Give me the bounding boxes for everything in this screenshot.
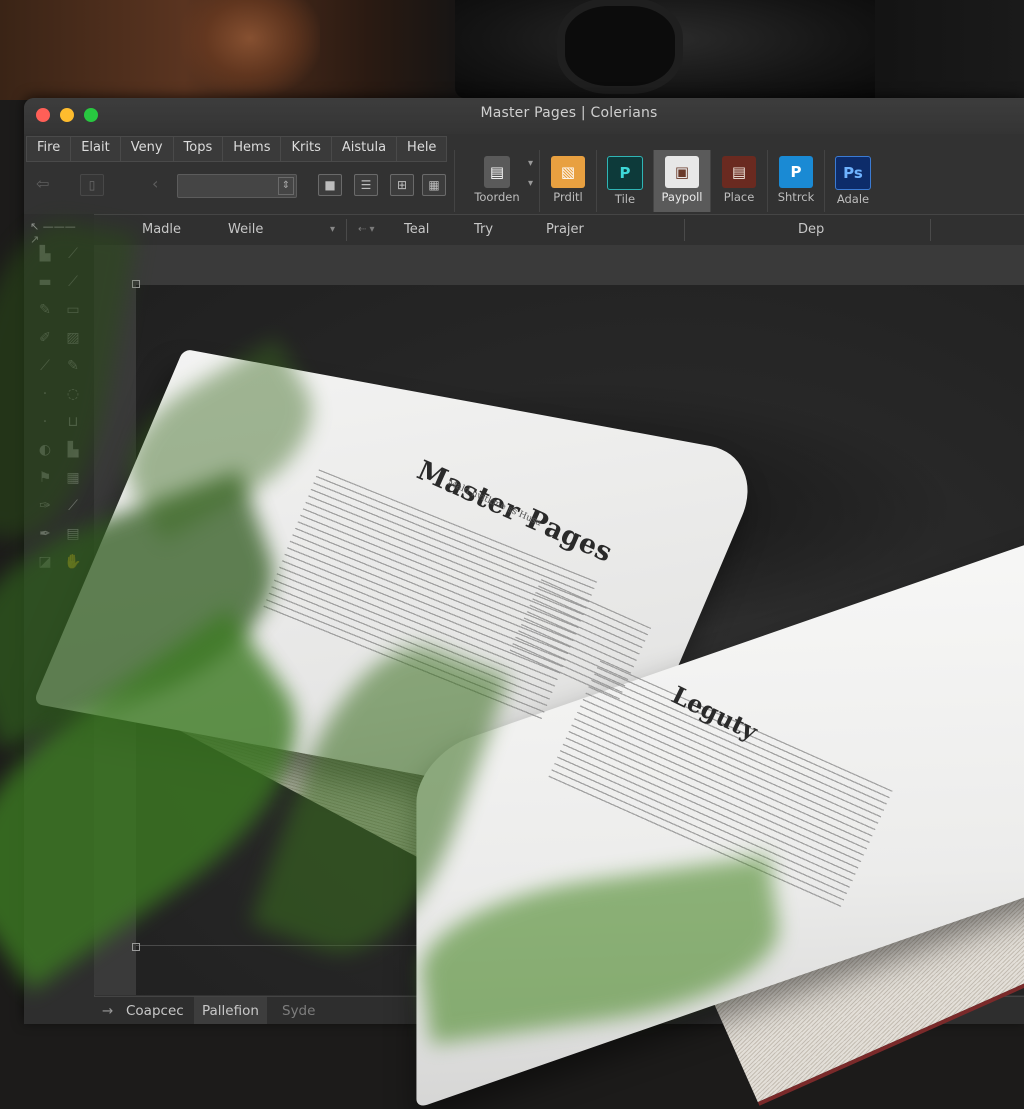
page-icon[interactable]: ▯ (80, 174, 104, 196)
app-label: Place (723, 190, 755, 204)
app-paypoll[interactable]: ▣ Paypoll (653, 150, 710, 212)
chevron-down-icon[interactable]: ▾ (528, 158, 533, 169)
text-frame-icon[interactable]: ☰ (354, 174, 378, 196)
menu-item-fire[interactable]: Fire (27, 137, 72, 161)
app-switcher-toolbar: ▤ Toorden ▾ ▾ ▧ Prditl P Tile ▣ Paypoll … (454, 150, 881, 214)
app-adale[interactable]: Ps Adale (824, 150, 881, 212)
app-prditl[interactable]: ▧ Prditl (539, 150, 596, 212)
app-tile[interactable]: P Tile (596, 150, 653, 212)
divider (684, 219, 685, 241)
chevron-left-icon[interactable]: ‹ (152, 174, 158, 193)
menu-item-hele[interactable]: Hele (397, 137, 446, 161)
menu-bar: Fire Elait Veny Tops Hems Krits Aistula … (26, 136, 448, 162)
divider (930, 219, 931, 241)
menu-item-tops[interactable]: Tops (174, 137, 224, 161)
background-scene (0, 0, 1024, 100)
menu-item-veny[interactable]: Veny (121, 137, 174, 161)
layout-icon: ▧ (551, 156, 585, 188)
app-label: Toorden (474, 190, 520, 204)
control-prajer[interactable]: Prajer (546, 222, 584, 237)
menu-item-elait[interactable]: Elait (71, 137, 121, 161)
p-cloud-icon: P (779, 156, 813, 188)
background-warm-light (180, 0, 320, 96)
divider (346, 219, 347, 241)
control-teal[interactable]: Teal (404, 222, 429, 237)
menu-item-aistula[interactable]: Aistula (332, 137, 398, 161)
control-madle[interactable]: Madle (142, 222, 181, 237)
zoom-stepper[interactable]: ⇕ (278, 177, 294, 195)
control-try[interactable]: Try (474, 222, 493, 237)
place-image-icon[interactable]: ⊞ (390, 174, 414, 196)
page-corner-marker (132, 280, 140, 288)
app-label: Tile (614, 192, 636, 206)
place-document-icon: ▤ (722, 156, 756, 188)
background-device (455, 0, 875, 98)
app-toorden[interactable]: ▤ Toorden ▾ ▾ (454, 150, 539, 212)
menu-item-hems[interactable]: Hems (223, 137, 282, 161)
back-arrow-icon[interactable]: ⇦ (36, 174, 49, 193)
title-bar: Master Pages | Colerians (24, 98, 1024, 134)
p-app-icon: P (607, 156, 643, 190)
app-shtrck[interactable]: P Shtrck (767, 150, 824, 212)
window-title: Master Pages | Colerians (480, 105, 658, 121)
app-place[interactable]: ▤ Place (710, 150, 767, 212)
menu-item-krits[interactable]: Krits (281, 137, 332, 161)
ps-app-icon: Ps (835, 156, 871, 190)
photo-collage-icon: ▣ (665, 156, 699, 188)
stepper-icon[interactable]: ⇠ ▾ (358, 224, 375, 235)
control-dep[interactable]: Dep (798, 222, 824, 237)
frame-tool-icon[interactable]: ■ (318, 174, 342, 196)
control-bar: Madle Weile ▾ ⇠ ▾ Teal Try Prajer Dep (94, 214, 1024, 246)
app-label: Prditl (553, 190, 583, 204)
zoom-field[interactable]: ⇕ (177, 174, 297, 198)
chevron-down-icon[interactable]: ▾ (528, 178, 533, 189)
tools-icon: ▤ (484, 156, 510, 188)
app-label: Shtrck (777, 190, 815, 204)
app-label: Paypoll (661, 190, 703, 204)
ruler-top (94, 245, 1024, 285)
chevron-down-icon[interactable]: ▾ (330, 224, 335, 235)
app-label: Adale (836, 192, 870, 206)
control-weile[interactable]: Weile (228, 222, 263, 237)
toolbar-left: ⇦ ▯ ‹ ⇕ ■ ☰ ⊞ ▦ (24, 162, 454, 212)
grid-table-icon[interactable]: ▦ (422, 174, 446, 196)
